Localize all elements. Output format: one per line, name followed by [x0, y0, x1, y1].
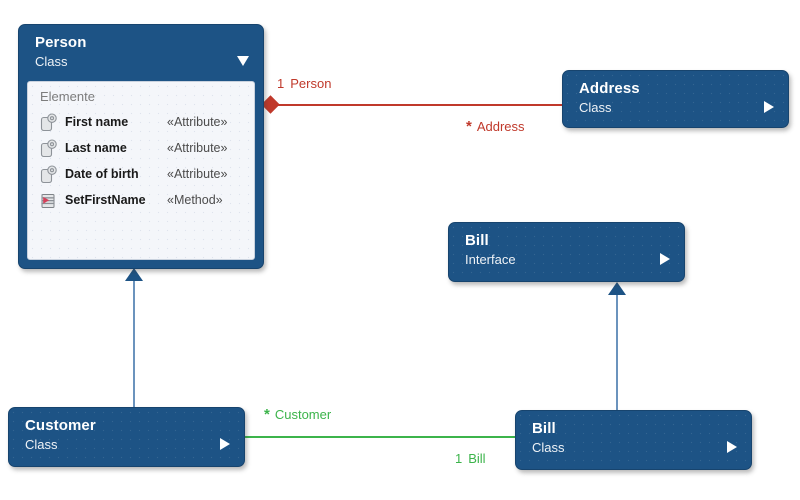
uml-node-bill-interface[interactable]: Bill Interface — [448, 222, 685, 282]
uml-node-person-stereotype: Class — [35, 54, 68, 69]
chevron-right-icon[interactable] — [660, 253, 670, 265]
uml-node-bill-class-title: Bill — [532, 420, 556, 437]
chevron-right-icon[interactable] — [727, 441, 737, 453]
source-role: Customer — [274, 407, 332, 422]
uml-node-customer[interactable]: Customer Class — [8, 407, 245, 467]
uml-member-kind: «Method» — [167, 193, 223, 207]
uml-member-name: Last name — [65, 141, 127, 155]
uml-node-person-body: Elemente First name «Attribute» Last nam… — [27, 81, 255, 260]
uml-member-name: First name — [65, 115, 129, 129]
uml-node-bill-interface-title: Bill — [465, 232, 489, 249]
uml-node-address-title: Address — [579, 80, 640, 97]
uml-member-row[interactable]: SetFirstName «Method» — [28, 187, 254, 213]
attribute-icon — [40, 112, 57, 132]
uml-member-name: Date of birth — [65, 167, 139, 181]
edge-person-address-target-label: * Address — [466, 119, 525, 134]
chevron-right-icon[interactable] — [220, 438, 230, 450]
chevron-right-icon[interactable] — [764, 101, 774, 113]
uml-node-bill-class-header[interactable]: Bill Class — [516, 411, 751, 464]
target-role: Address — [476, 119, 525, 134]
realization-arrowhead-icon — [608, 282, 626, 295]
uml-member-name: SetFirstName — [65, 193, 146, 207]
uml-member-kind: «Attribute» — [167, 141, 228, 155]
uml-node-bill-class-stereotype: Class — [532, 440, 565, 455]
uml-node-customer-title: Customer — [25, 417, 96, 434]
composition-diamond-icon — [261, 95, 280, 114]
attribute-icon — [40, 138, 57, 158]
source-multiplicity: 1 — [277, 76, 285, 91]
source-multiplicity: * — [264, 406, 270, 423]
uml-node-person[interactable]: Person Class Elemente First name «Attrib… — [18, 24, 264, 269]
attribute-icon — [40, 164, 57, 184]
chevron-down-icon[interactable] — [237, 56, 249, 66]
edge-bill-interface-line[interactable] — [616, 295, 618, 412]
uml-node-address-header[interactable]: Address Class — [563, 71, 788, 124]
target-multiplicity: 1 — [455, 451, 463, 466]
target-multiplicity: * — [466, 118, 472, 135]
uml-member-kind: «Attribute» — [167, 115, 228, 129]
uml-node-address[interactable]: Address Class — [562, 70, 789, 128]
uml-node-address-stereotype: Class — [579, 100, 612, 115]
uml-member-row[interactable]: First name «Attribute» — [28, 109, 254, 135]
uml-diagram-canvas: 1 Person * Address * Customer 1 Bill Person … — [0, 0, 800, 500]
generalization-arrowhead-icon — [125, 268, 143, 281]
uml-member-row[interactable]: Date of birth «Attribute» — [28, 161, 254, 187]
edge-customer-bill-line[interactable] — [245, 436, 523, 438]
uml-node-person-body-label: Elemente — [40, 89, 95, 104]
uml-node-bill-class[interactable]: Bill Class — [515, 410, 752, 470]
edge-customer-bill-source-label: * Customer — [264, 407, 331, 422]
method-icon — [40, 191, 57, 210]
source-role: Person — [290, 76, 332, 91]
uml-node-customer-header[interactable]: Customer Class — [9, 408, 244, 461]
uml-node-bill-interface-stereotype: Interface — [465, 252, 516, 267]
target-role: Bill — [468, 451, 486, 466]
edge-person-address-line[interactable] — [272, 104, 562, 106]
uml-member-kind: «Attribute» — [167, 167, 228, 181]
edge-person-address-source-label: 1 Person — [277, 76, 331, 91]
edge-customer-person-line[interactable] — [133, 281, 135, 407]
edge-customer-bill-target-label: 1 Bill — [455, 451, 486, 466]
uml-member-row[interactable]: Last name «Attribute» — [28, 135, 254, 161]
uml-node-customer-stereotype: Class — [25, 437, 58, 452]
uml-node-person-header[interactable]: Person Class — [19, 25, 263, 78]
uml-node-person-title: Person — [35, 34, 87, 51]
uml-node-bill-interface-header[interactable]: Bill Interface — [449, 223, 684, 276]
